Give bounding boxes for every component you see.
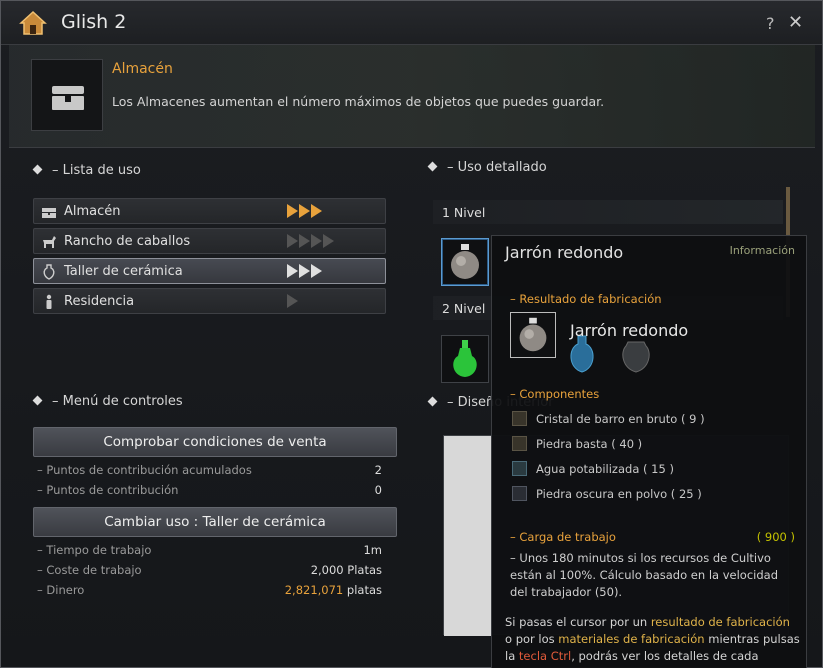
stat-row: – Tiempo de trabajo 1m [37, 543, 382, 557]
product-name: Jarrón redondo [570, 321, 689, 340]
item-tooltip: Jarrón redondo Información – Resultado d… [491, 235, 807, 668]
water-icon [512, 461, 527, 476]
usage-item-rancho[interactable]: Rancho de caballos [33, 228, 386, 254]
vase-icon [43, 264, 55, 280]
usage-item-taller[interactable]: Taller de cerámica [33, 258, 386, 284]
controls-heading: – Menú de controles [32, 394, 183, 409]
level-arrows [287, 234, 334, 250]
tooltip-item-name: Jarrón redondo [505, 243, 624, 262]
level-2-label: 2 Nivel [442, 301, 486, 316]
detail-heading: – Uso detallado [427, 160, 547, 175]
usage-item-almacen[interactable]: Almacén [33, 198, 386, 224]
level-arrow-icon [299, 204, 310, 218]
info-link[interactable]: Información [730, 244, 795, 257]
level-arrow-icon [299, 264, 310, 278]
level-arrow-icon [311, 264, 322, 278]
building-window: Glish 2 ? ✕ Almacén Los Almacenes aument… [0, 0, 823, 668]
stat-row: – Puntos de contribución acumulados 2 [37, 463, 382, 477]
component-item: Agua potabilizada ( 15 ) [512, 461, 674, 476]
dark-stone-icon [512, 486, 527, 501]
stat-row: – Puntos de contribución 0 [37, 483, 382, 497]
usage-item-label: Almacén [64, 204, 121, 219]
level-arrow-icon [287, 234, 298, 248]
level-arrow-icon [323, 234, 334, 248]
round-vase-icon [451, 244, 479, 279]
change-usage-button[interactable]: Cambiar uso : Taller de cerámica [33, 507, 397, 537]
person-icon [46, 294, 52, 309]
usage-item-residencia[interactable]: Residencia [33, 288, 386, 314]
clay-icon [512, 411, 527, 426]
diamond-bullet-icon [427, 396, 438, 407]
diamond-bullet-icon [427, 161, 438, 172]
result-heading: – Resultado de fabricación [510, 292, 662, 306]
usage-item-label: Taller de cerámica [64, 264, 183, 279]
green-bottle-icon [453, 340, 477, 377]
level-arrows [287, 264, 322, 280]
product-slot[interactable] [510, 312, 556, 358]
storage-chest-icon [31, 59, 103, 131]
components-heading: – Componentes [510, 387, 600, 401]
recipe-slot-jarron[interactable] [441, 238, 489, 286]
component-item: Piedra basta ( 40 ) [512, 436, 642, 451]
workload-description: – Unos 180 minutos si los recursos de Cu… [510, 551, 778, 599]
workload-row: – Carga de trabajo( 900 ) [510, 530, 795, 544]
preview-wall [444, 436, 492, 636]
level-1-label: 1 Nivel [442, 205, 486, 220]
usage-item-label: Residencia [64, 294, 135, 309]
chest-icon [42, 208, 56, 218]
banner-description: Los Almacenes aumentan el número máximos… [112, 94, 605, 109]
banner-title: Almacén [112, 61, 173, 77]
level-bar [433, 200, 783, 224]
component-item: Piedra oscura en polvo ( 25 ) [512, 486, 702, 501]
level-arrow-icon [311, 234, 322, 248]
round-vase-icon [519, 317, 547, 352]
level-arrow-icon [287, 264, 298, 278]
ctrl-hint: Si pasas el cursor por un resultado de f… [505, 615, 800, 668]
level-arrows [287, 294, 298, 310]
usage-item-label: Rancho de caballos [64, 234, 191, 249]
recipe-slot-green-potion[interactable] [441, 335, 489, 383]
usage-list-heading: – Lista de uso [32, 163, 141, 178]
level-arrow-icon [311, 204, 322, 218]
check-sale-conditions-button[interactable]: Comprobar condiciones de venta [33, 427, 397, 457]
window-title: Glish 2 [61, 11, 127, 33]
level-arrow-icon [299, 234, 310, 248]
horse-icon [43, 236, 56, 248]
level-arrow-icon [287, 294, 298, 308]
stone-icon [512, 436, 527, 451]
close-icon[interactable]: ✕ [788, 12, 803, 33]
money-row: – Dinero 2,821,071 platas [37, 583, 382, 597]
level-arrow-icon [287, 204, 298, 218]
money-value: 2,821,071 [284, 583, 344, 597]
title-bar[interactable]: Glish 2 ? ✕ [1, 1, 822, 45]
house-icon [19, 10, 47, 35]
help-icon[interactable]: ? [766, 14, 775, 33]
component-item: Cristal de barro en bruto ( 9 ) [512, 411, 705, 426]
stat-row: – Coste de trabajo 2,000 Platas [37, 563, 382, 577]
diamond-bullet-icon [32, 395, 43, 406]
diamond-bullet-icon [32, 164, 43, 175]
money-unit: platas [343, 583, 382, 597]
level-arrows [287, 204, 322, 220]
